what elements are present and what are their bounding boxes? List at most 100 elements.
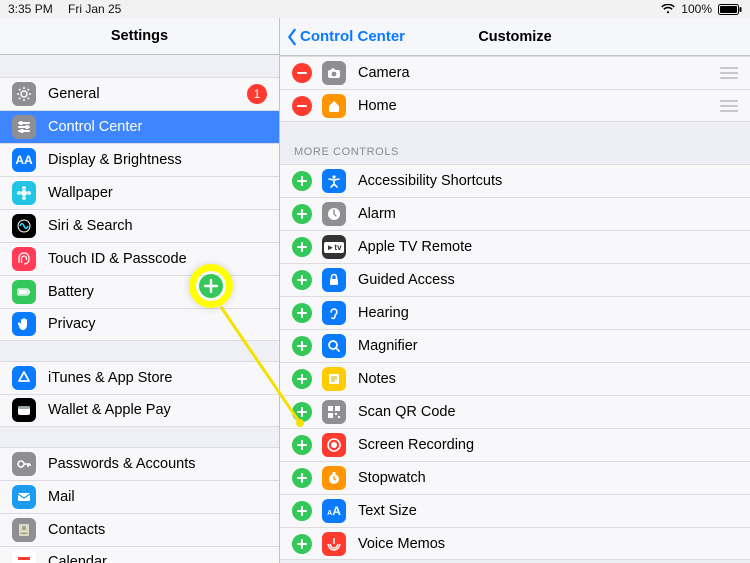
sidebar-item-label: Passwords & Accounts — [48, 456, 267, 472]
add-button[interactable] — [292, 501, 312, 521]
mail-icon — [12, 485, 36, 509]
sidebar-item-calendar[interactable]: Calendar — [0, 546, 279, 563]
add-button[interactable] — [292, 336, 312, 356]
sidebar-item-battery[interactable]: Battery — [0, 275, 279, 308]
control-label: Notes — [358, 371, 738, 387]
appstore-icon — [12, 366, 36, 390]
sidebar-item-contacts[interactable]: Contacts — [0, 513, 279, 546]
control-row-apple-tv-remote: ►tvApple TV Remote — [280, 230, 750, 263]
add-button[interactable] — [292, 303, 312, 323]
wallet-icon — [12, 398, 36, 422]
add-button[interactable] — [292, 204, 312, 224]
sidebar-item-label: Contacts — [48, 522, 267, 538]
wifi-icon — [661, 4, 675, 14]
badge: 1 — [247, 84, 267, 104]
control-row-magnifier: Magnifier — [280, 329, 750, 362]
control-label: Apple TV Remote — [358, 239, 738, 255]
AA-icon: AA — [12, 148, 36, 172]
battery-icon — [12, 280, 36, 304]
flower-icon — [12, 181, 36, 205]
control-label: Scan QR Code — [358, 404, 738, 420]
sidebar-item-general[interactable]: General1 — [0, 77, 279, 110]
camera-icon — [322, 61, 346, 85]
sidebar-item-label: Wallpaper — [48, 185, 267, 201]
detail-scroll[interactable]: CameraHome MORE CONTROLS Accessibility S… — [280, 56, 750, 560]
sidebar-title: Settings — [0, 18, 279, 55]
control-row-stopwatch: Stopwatch — [280, 461, 750, 494]
siri-icon — [12, 214, 36, 238]
sidebar-item-label: Control Center — [48, 119, 267, 135]
sidebar-item-label: Wallet & Apple Pay — [48, 402, 267, 418]
sidebar-item-label: Siri & Search — [48, 218, 267, 234]
sidebar-item-siri-search[interactable]: Siri & Search — [0, 209, 279, 242]
sidebar-item-label: Calendar — [48, 554, 267, 563]
back-button[interactable]: Control Center — [286, 18, 405, 55]
control-row-notes: Notes — [280, 362, 750, 395]
home-icon — [322, 94, 346, 118]
control-label: Screen Recording — [358, 437, 738, 453]
add-button[interactable] — [292, 237, 312, 257]
add-button[interactable] — [292, 468, 312, 488]
add-button[interactable] — [292, 369, 312, 389]
add-button[interactable] — [292, 435, 312, 455]
control-row-scan-qr-code: Scan QR Code — [280, 395, 750, 428]
control-row-guided-access: Guided Access — [280, 263, 750, 296]
mag-icon — [322, 334, 346, 358]
stopwatch-icon — [322, 466, 346, 490]
add-button[interactable] — [292, 171, 312, 191]
detail-title: Customize — [478, 29, 551, 45]
sidebar-item-label: Battery — [48, 284, 267, 300]
rec-icon — [322, 433, 346, 457]
remove-button[interactable] — [292, 96, 312, 116]
calendar-icon — [12, 550, 36, 563]
qr-icon — [322, 400, 346, 424]
control-label: Hearing — [358, 305, 738, 321]
sidebar-item-control-center[interactable]: Control Center — [0, 110, 279, 143]
control-label: Stopwatch — [358, 470, 738, 486]
settings-sidebar: Settings General1 Control Center AA Display… — [0, 18, 280, 563]
control-label: Alarm — [358, 206, 738, 222]
sidebar-item-privacy[interactable]: Privacy — [0, 308, 279, 341]
control-row-home: Home — [280, 89, 750, 122]
status-date: Fri Jan 25 — [68, 2, 121, 16]
gear-icon — [12, 82, 36, 106]
access-icon — [322, 169, 346, 193]
sidebar-title-label: Settings — [111, 28, 168, 44]
reorder-handle[interactable] — [720, 67, 738, 79]
control-label: Voice Memos — [358, 536, 738, 552]
remove-button[interactable] — [292, 63, 312, 83]
sidebar-item-wallpaper[interactable]: Wallpaper — [0, 176, 279, 209]
control-label: Guided Access — [358, 272, 738, 288]
control-label: Camera — [358, 65, 720, 81]
sidebar-item-display-brightness[interactable]: AA Display & Brightness — [0, 143, 279, 176]
finger-icon — [12, 247, 36, 271]
hand-icon — [12, 312, 36, 336]
control-label: Magnifier — [358, 338, 738, 354]
contacts-icon — [12, 518, 36, 542]
add-button[interactable] — [292, 402, 312, 422]
detail-pane: Control Center Customize CameraHome MORE… — [280, 18, 750, 563]
lock-icon — [322, 268, 346, 292]
textsize-icon: AA — [322, 499, 346, 523]
sidebar-item-passwords-accounts[interactable]: Passwords & Accounts — [0, 447, 279, 480]
sidebar-item-label: iTunes & App Store — [48, 370, 267, 386]
sidebar-scroll[interactable]: General1 Control Center AA Display & Bright… — [0, 55, 279, 563]
sidebar-item-label: Display & Brightness — [48, 152, 267, 168]
reorder-handle[interactable] — [720, 100, 738, 112]
sidebar-item-label: Privacy — [48, 316, 267, 332]
add-button[interactable] — [292, 534, 312, 554]
control-label: Text Size — [358, 503, 738, 519]
sidebar-item-itunes-app-store[interactable]: iTunes & App Store — [0, 361, 279, 394]
sliders-icon — [12, 115, 36, 139]
control-row-alarm: Alarm — [280, 197, 750, 230]
control-row-screen-recording: Screen Recording — [280, 428, 750, 461]
sidebar-item-label: Mail — [48, 489, 267, 505]
add-button[interactable] — [292, 270, 312, 290]
sidebar-item-wallet-apple-pay[interactable]: Wallet & Apple Pay — [0, 394, 279, 427]
sidebar-item-mail[interactable]: Mail — [0, 480, 279, 513]
control-label: Accessibility Shortcuts — [358, 173, 738, 189]
control-label: Home — [358, 98, 720, 114]
status-time: 3:35 PM — [8, 2, 68, 16]
status-bar: 3:35 PM Fri Jan 25 100% — [0, 0, 750, 18]
sidebar-item-touch-id-passcode[interactable]: Touch ID & Passcode — [0, 242, 279, 275]
